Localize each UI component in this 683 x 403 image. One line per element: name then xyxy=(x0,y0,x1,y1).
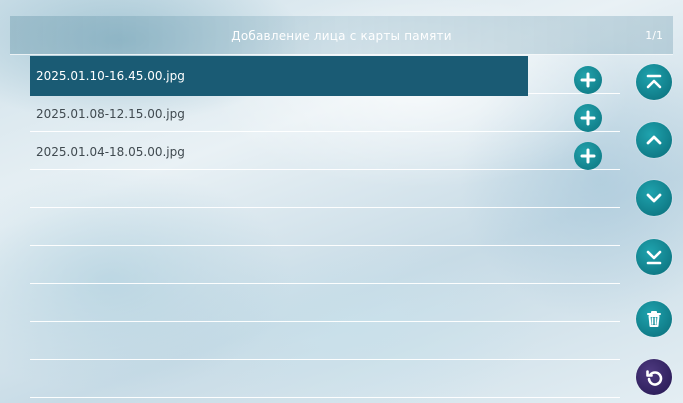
last-page-button[interactable] xyxy=(636,239,672,275)
file-row[interactable]: 2025.01.08-12.15.00.jpg xyxy=(30,94,620,132)
file-row-empty xyxy=(30,322,620,360)
prev-button[interactable] xyxy=(636,122,672,158)
plus-icon xyxy=(580,148,596,164)
add-face-button[interactable] xyxy=(574,104,602,132)
file-row[interactable]: 2025.01.10-16.45.00.jpg xyxy=(30,56,620,96)
file-name: 2025.01.04-18.05.00.jpg xyxy=(36,145,185,159)
page-indicator: 1/1 xyxy=(645,29,663,42)
file-row-empty xyxy=(30,170,620,208)
file-row-empty xyxy=(30,246,620,284)
add-face-button[interactable] xyxy=(574,66,602,94)
trash-icon xyxy=(647,311,661,327)
delete-button[interactable] xyxy=(636,301,672,337)
double-chevron-up-icon xyxy=(646,74,662,89)
undo-icon xyxy=(646,370,663,386)
file-row-empty xyxy=(30,360,620,398)
next-button[interactable] xyxy=(636,180,672,216)
file-row-empty xyxy=(30,208,620,246)
file-row-empty xyxy=(30,284,620,322)
plus-icon xyxy=(580,72,596,88)
page-title: Добавление лица с карты памяти xyxy=(231,29,452,43)
file-name: 2025.01.10-16.45.00.jpg xyxy=(36,69,185,83)
back-button[interactable] xyxy=(636,359,672,395)
file-list: 2025.01.10-16.45.00.jpg 2025.01.08-12.15… xyxy=(30,56,620,398)
chevron-up-icon xyxy=(646,135,662,145)
add-face-button[interactable] xyxy=(574,142,602,170)
double-chevron-down-icon xyxy=(646,250,662,265)
file-name: 2025.01.08-12.15.00.jpg xyxy=(36,107,185,121)
chevron-down-icon xyxy=(646,193,662,203)
first-page-button[interactable] xyxy=(636,64,672,100)
header: Добавление лица с карты памяти 1/1 xyxy=(0,16,683,56)
plus-icon xyxy=(580,110,596,126)
file-row[interactable]: 2025.01.04-18.05.00.jpg xyxy=(30,132,620,170)
